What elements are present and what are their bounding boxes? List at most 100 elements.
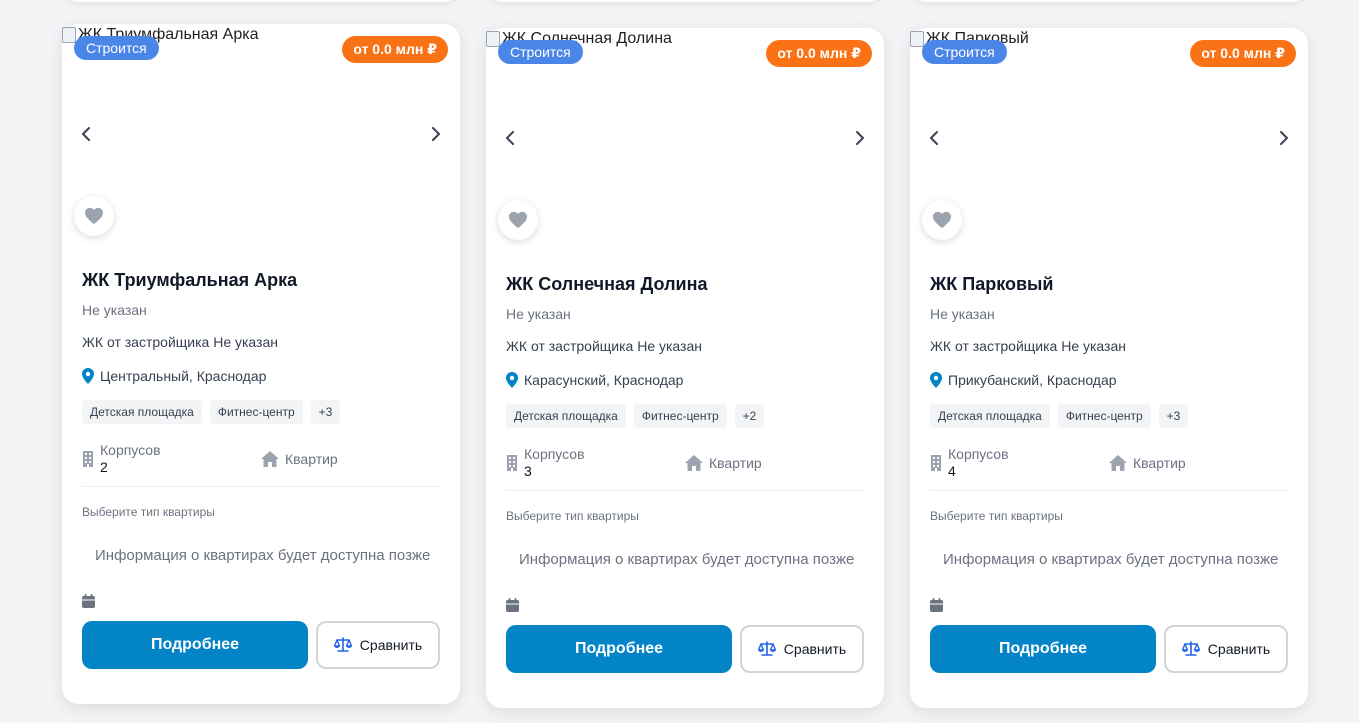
location-label: Центральный, Краснодар <box>100 368 267 384</box>
home-icon <box>261 451 279 467</box>
card-image-carousel[interactable]: ЖК Триумфальная Арка Строится от 0.0 млн… <box>62 24 460 252</box>
details-button[interactable]: Подробнее <box>82 621 308 669</box>
status-badge: Строится <box>922 40 1007 64</box>
carousel-prev-button[interactable] <box>498 126 522 150</box>
price-badge: от 0.0 млн ₽ <box>342 36 448 63</box>
complex-stats: Корпусов 3 Квартир <box>506 444 864 482</box>
apartment-type-label: Выберите тип квартиры <box>930 509 1063 523</box>
apartments-stat: Квартир <box>1109 444 1288 482</box>
heart-icon <box>933 211 951 229</box>
status-badge: Строится <box>74 36 159 60</box>
complex-card: ЖК Парковый Строится от 0.0 млн ₽ ЖК Пар… <box>910 28 1308 708</box>
compare-label: Сравнить <box>1207 641 1271 657</box>
apartments-info-note: Информация о квартирах будет доступна по… <box>95 547 431 564</box>
chevron-left-icon <box>930 131 938 145</box>
developer-text: ЖК от застройщика Не указан <box>82 334 278 350</box>
apartment-type-label: Выберите тип квартиры <box>506 509 639 523</box>
complex-class: Не указан <box>82 302 147 318</box>
divider <box>930 490 1288 491</box>
amenity-tag: +3 <box>310 400 341 424</box>
amenity-tag: +2 <box>734 404 765 428</box>
apartments-stat: Квартир <box>685 444 864 482</box>
apartments-label: Квартир <box>285 450 338 467</box>
favorite-button[interactable] <box>74 196 114 236</box>
previous-row-card <box>486 0 884 2</box>
price-badge: от 0.0 млн ₽ <box>1190 40 1296 67</box>
scales-icon <box>333 637 352 652</box>
complex-stats: Корпусов 2 Квартир <box>82 440 440 478</box>
broken-image-icon <box>910 31 924 47</box>
scales-icon <box>1181 641 1200 656</box>
chevron-left-icon <box>82 127 90 141</box>
location: Центральный, Краснодар <box>82 366 440 386</box>
home-icon <box>1109 455 1127 471</box>
calendar-icon <box>506 598 519 612</box>
carousel-next-button[interactable] <box>424 122 448 146</box>
previous-row-card <box>62 0 460 2</box>
compare-button[interactable]: Сравнить <box>740 625 864 673</box>
carousel-next-button[interactable] <box>1272 126 1296 150</box>
calendar-icon <box>82 594 95 608</box>
buildings-label: Корпусов <box>948 446 1009 462</box>
buildings-label: Корпусов <box>524 446 585 462</box>
compare-button[interactable]: Сравнить <box>316 621 440 669</box>
chevron-left-icon <box>506 131 514 145</box>
apartments-label: Квартир <box>709 454 762 471</box>
completion-date <box>506 597 864 613</box>
apartments-stat: Квартир <box>261 440 440 478</box>
location-label: Прикубанский, Краснодар <box>948 372 1117 388</box>
scales-icon <box>757 641 776 656</box>
location-label: Карасунский, Краснодар <box>524 372 684 388</box>
price-badge: от 0.0 млн ₽ <box>766 40 872 67</box>
chevron-right-icon <box>856 131 864 145</box>
complex-stats: Корпусов 4 Квартир <box>930 444 1288 482</box>
complex-card: ЖК Триумфальная Арка Строится от 0.0 млн… <box>62 24 460 704</box>
previous-row-card <box>910 0 1308 2</box>
heart-icon <box>509 211 527 229</box>
map-pin-icon <box>930 372 942 388</box>
completion-date <box>82 593 440 609</box>
carousel-prev-button[interactable] <box>74 122 98 146</box>
amenity-tag: +3 <box>1158 404 1189 428</box>
complex-title[interactable]: ЖК Солнечная Долина <box>506 272 864 296</box>
details-button[interactable]: Подробнее <box>930 625 1156 673</box>
amenity-tag: Детская площадка <box>82 400 202 424</box>
compare-button[interactable]: Сравнить <box>1164 625 1288 673</box>
buildings-stat: Корпусов 2 <box>82 440 261 478</box>
card-image-carousel[interactable]: ЖК Солнечная Долина Строится от 0.0 млн … <box>486 28 884 256</box>
card-actions: Подробнее Сравнить <box>506 625 864 673</box>
favorite-button[interactable] <box>922 200 962 240</box>
complex-class: Не указан <box>506 306 571 322</box>
amenity-tags: Детская площадка Фитнес-центр +3 <box>930 404 1288 428</box>
developer-text: ЖК от застройщика Не указан <box>930 338 1126 354</box>
buildings-value: 2 <box>100 459 108 475</box>
favorite-button[interactable] <box>498 200 538 240</box>
card-image-carousel[interactable]: ЖК Парковый Строится от 0.0 млн ₽ <box>910 28 1308 256</box>
building-icon <box>931 455 941 471</box>
amenity-tag: Детская площадка <box>506 404 626 428</box>
buildings-stat: Корпусов 4 <box>930 444 1109 482</box>
chevron-right-icon <box>1280 131 1288 145</box>
home-icon <box>685 455 703 471</box>
location: Карасунский, Краснодар <box>506 370 864 390</box>
apartments-label: Квартир <box>1133 454 1186 471</box>
complex-class: Не указан <box>930 306 995 322</box>
details-button[interactable]: Подробнее <box>506 625 732 673</box>
carousel-next-button[interactable] <box>848 126 872 150</box>
catalog-grid: ЖК Триумфальная Арка Строится от 0.0 млн… <box>0 0 1359 723</box>
amenity-tag: Детская площадка <box>930 404 1050 428</box>
amenity-tag: Фитнес-центр <box>1057 404 1151 428</box>
broken-image-icon <box>62 27 76 43</box>
complex-title[interactable]: ЖК Триумфальная Арка <box>82 268 440 292</box>
amenity-tag: Фитнес-центр <box>633 404 727 428</box>
carousel-prev-button[interactable] <box>922 126 946 150</box>
compare-label: Сравнить <box>783 641 847 657</box>
apartment-type-label: Выберите тип квартиры <box>82 505 215 519</box>
calendar-icon <box>930 598 943 612</box>
map-pin-icon <box>506 372 518 388</box>
complex-title[interactable]: ЖК Парковый <box>930 272 1288 296</box>
location: Прикубанский, Краснодар <box>930 370 1288 390</box>
building-icon <box>507 455 517 471</box>
map-pin-icon <box>82 368 94 384</box>
amenity-tags: Детская площадка Фитнес-центр +3 <box>82 400 440 424</box>
